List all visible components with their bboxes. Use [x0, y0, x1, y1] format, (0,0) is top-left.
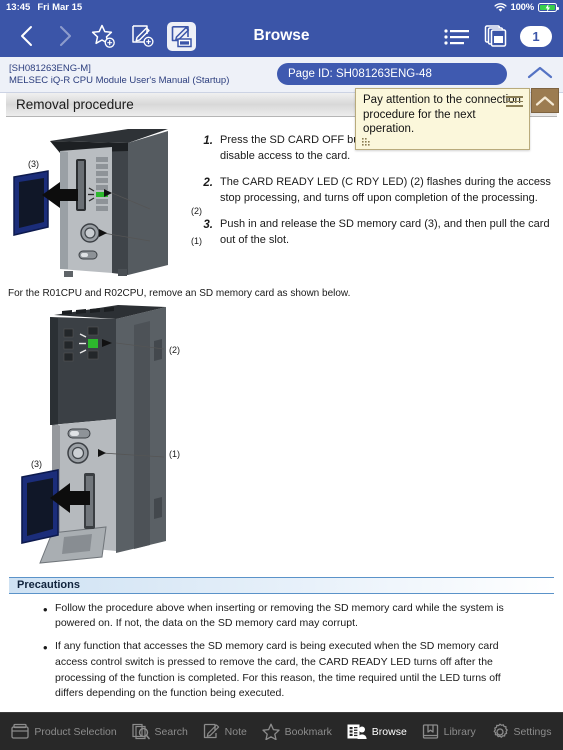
hamburger-menu-icon[interactable]	[506, 96, 523, 110]
toolbar-note[interactable]: Note	[201, 721, 249, 742]
back-button[interactable]	[11, 21, 41, 51]
note-popup[interactable]: Pay attention to the connection procedur…	[355, 88, 530, 150]
forward-button[interactable]	[50, 21, 80, 51]
step-item: 2. The CARD READY LED (C RDY LED) (2) fl…	[196, 175, 551, 207]
figure1-callout-1: (1)	[191, 236, 202, 246]
document-name: MELSEC iQ-R CPU Module User's Manual (St…	[9, 74, 230, 86]
precautions-section: Precautions Follow the procedure above w…	[0, 576, 563, 703]
bottom-toolbar: Product Selection Search Note Bookmark B…	[0, 712, 563, 750]
svg-text:(3): (3)	[31, 459, 42, 469]
document-code: [SH081263ENG-M]	[9, 62, 91, 74]
product-box-icon	[11, 723, 30, 740]
status-bar: 13:45 Fri Mar 15 100%	[0, 0, 563, 15]
note-pencil-icon	[203, 723, 220, 740]
battery-charging-icon	[538, 2, 559, 13]
figure2-callout-2: (2)	[169, 344, 180, 355]
resize-grip-icon[interactable]	[362, 138, 370, 146]
battery-percent: 100%	[510, 2, 535, 13]
cpu-module-sd-removal-figure-1: (3) (2) (1)	[0, 123, 202, 283]
r01cpu-note-paragraph: For the R01CPU and R02CPU, remove an SD …	[8, 288, 351, 299]
library-book-icon	[422, 723, 439, 740]
wifi-icon	[493, 2, 507, 13]
toolbar-library-label: Library	[443, 725, 476, 738]
toolbar-search-label: Search	[154, 725, 188, 738]
toolbar-settings[interactable]: Settings	[489, 721, 554, 743]
precaution-item: Follow the procedure above when insertin…	[43, 600, 554, 633]
precaution-item: If any function that accesses the SD mem…	[43, 638, 554, 702]
step-number: 1.	[203, 135, 213, 147]
chevron-up-icon	[535, 95, 555, 106]
document-content[interactable]: Removal procedure (3) (2) (1) 1. Press t…	[0, 93, 563, 712]
page-id-field[interactable]: Page ID: SH081263ENG-48	[277, 63, 507, 85]
figure2-callout-1: (1)	[169, 448, 180, 459]
show-notes-button[interactable]	[167, 21, 196, 51]
toolbar-settings-label: Settings	[513, 725, 552, 738]
tabs-button[interactable]	[481, 21, 511, 51]
note-collapse-button[interactable]	[531, 88, 559, 113]
step-text: The CARD READY LED (C RDY LED) (2) flash…	[220, 175, 551, 204]
toolbar-browse[interactable]: Browse	[345, 721, 409, 742]
toolbar-browse-label: Browse	[371, 725, 407, 738]
step-text: Push in and release the SD memory card (…	[220, 217, 550, 246]
browse-book-icon	[347, 723, 367, 740]
toolbar-product-selection[interactable]: Product Selection	[9, 721, 118, 742]
star-icon	[262, 723, 280, 740]
status-time: 13:45	[6, 2, 31, 13]
note-popup-text: Pay attention to the connection procedur…	[363, 94, 521, 136]
toolbar-product-selection-label: Product Selection	[34, 725, 117, 738]
tab-count-badge[interactable]: 1	[520, 25, 552, 47]
svg-text:(3): (3)	[28, 159, 39, 169]
add-note-button[interactable]	[128, 21, 158, 51]
add-bookmark-button[interactable]	[89, 21, 119, 51]
step-number: 2.	[203, 176, 213, 189]
collapse-header-chevron-up-icon[interactable]	[527, 65, 553, 80]
toolbar-search[interactable]: Search	[130, 721, 190, 742]
step-item: 3. Push in and release the SD memory car…	[196, 217, 551, 249]
figure1-callout-2: (2)	[191, 206, 202, 216]
toolbar-library[interactable]: Library	[420, 721, 478, 742]
search-docs-icon	[131, 723, 150, 740]
gear-icon	[491, 723, 509, 741]
toc-list-button[interactable]	[442, 21, 472, 51]
status-date: Fri Mar 15	[37, 2, 83, 13]
r01cpu-sd-removal-figure-2: (3) (2) (1)	[6, 301, 206, 569]
navigation-bar: Browse 1	[0, 15, 563, 57]
toolbar-note-label: Note	[224, 725, 247, 738]
precautions-title: Precautions	[9, 576, 554, 594]
toolbar-bookmark-label: Bookmark	[284, 725, 332, 738]
toolbar-bookmark[interactable]: Bookmark	[260, 721, 334, 742]
